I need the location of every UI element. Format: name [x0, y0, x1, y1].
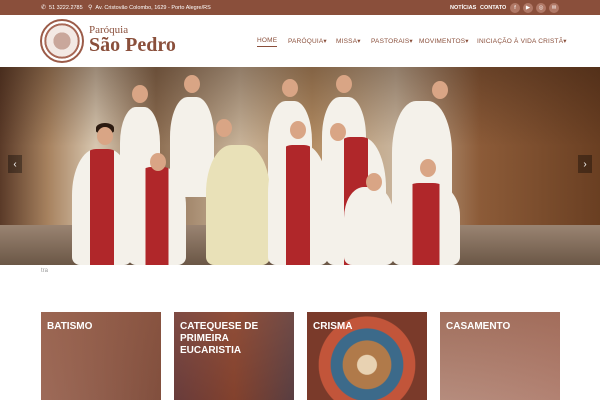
- altar-server-head: [366, 173, 382, 191]
- hero-slider[interactable]: ‹ ›: [0, 67, 600, 265]
- site-header: Paróquia São Pedro HOME PARÓQUIA▾ MISSA▾…: [0, 15, 600, 67]
- altar-server-figure: [392, 183, 460, 265]
- altar-server-head: [132, 85, 148, 103]
- card-batismo[interactable]: BATISMO: [41, 312, 161, 400]
- slider-next-arrow-icon[interactable]: ›: [578, 155, 592, 173]
- location-pin-icon: ⚲: [88, 5, 93, 11]
- instagram-icon[interactable]: ◎: [536, 3, 546, 13]
- nav-paroquia[interactable]: PARÓQUIA▾: [288, 37, 327, 45]
- email-icon[interactable]: ✉: [549, 3, 559, 13]
- card-casamento[interactable]: CASAMENTO: [440, 312, 560, 400]
- altar-server-head: [420, 159, 436, 177]
- nav-home[interactable]: HOME: [257, 37, 278, 47]
- altar-server-head: [282, 79, 298, 97]
- address-text: Av. Cristovão Colombo, 1629 - Porto Aleg…: [95, 4, 211, 11]
- phone-icon: ✆: [41, 5, 47, 11]
- card-title: CATEQUESE DE PRIMEIRA EUCARISTIA: [180, 321, 259, 356]
- hero-caption: tra: [41, 268, 49, 274]
- card-title: CRISMA: [313, 321, 353, 332]
- slider-prev-arrow-icon[interactable]: ‹: [8, 155, 22, 173]
- card-catequese[interactable]: CATEQUESE DE PRIMEIRA EUCARISTIA: [174, 312, 294, 400]
- altar-server-head: [97, 127, 113, 145]
- top-bar: ✆ 51 3222.2785 ⚲ Av. Cristovão Colombo, …: [0, 0, 600, 15]
- altar-server-head: [290, 121, 306, 139]
- altar-server-head: [150, 153, 166, 171]
- card-crisma[interactable]: CRISMA: [307, 312, 427, 400]
- phone-text: 51 3222.2785: [49, 4, 83, 11]
- altar-server-head: [432, 81, 448, 99]
- card-title: CASAMENTO: [446, 321, 511, 332]
- nav-missa[interactable]: MISSA▾: [336, 37, 361, 45]
- nav-movimentos[interactable]: MOVIMENTOS▾: [419, 37, 469, 45]
- altar-server-head: [330, 123, 346, 141]
- altar-server-head: [184, 75, 200, 93]
- logo-line2[interactable]: São Pedro: [89, 34, 176, 57]
- altar-server-figure: [72, 149, 132, 265]
- parish-seal-logo[interactable]: [40, 19, 84, 63]
- altar-server-head: [336, 75, 352, 93]
- news-link[interactable]: NOTÍCIAS: [450, 0, 476, 15]
- card-title: BATISMO: [47, 321, 93, 332]
- altar-server-figure: [268, 145, 328, 265]
- contact-link[interactable]: CONTATO: [480, 0, 506, 15]
- nav-iniciacao[interactable]: INICIAÇÃO À VIDA CRISTÃ▾: [477, 37, 567, 45]
- phone-info[interactable]: ✆ 51 3222.2785: [41, 0, 83, 15]
- address-info: ⚲ Av. Cristovão Colombo, 1629 - Porto Al…: [88, 0, 211, 15]
- facebook-icon[interactable]: f: [510, 3, 520, 13]
- nav-pastorais[interactable]: PASTORAIS▾: [371, 37, 413, 45]
- priest-head: [216, 119, 232, 137]
- youtube-icon[interactable]: ▶: [523, 3, 533, 13]
- altar-server-figure: [128, 167, 186, 265]
- altar-server-figure: [344, 187, 394, 265]
- priest-figure: [206, 145, 270, 265]
